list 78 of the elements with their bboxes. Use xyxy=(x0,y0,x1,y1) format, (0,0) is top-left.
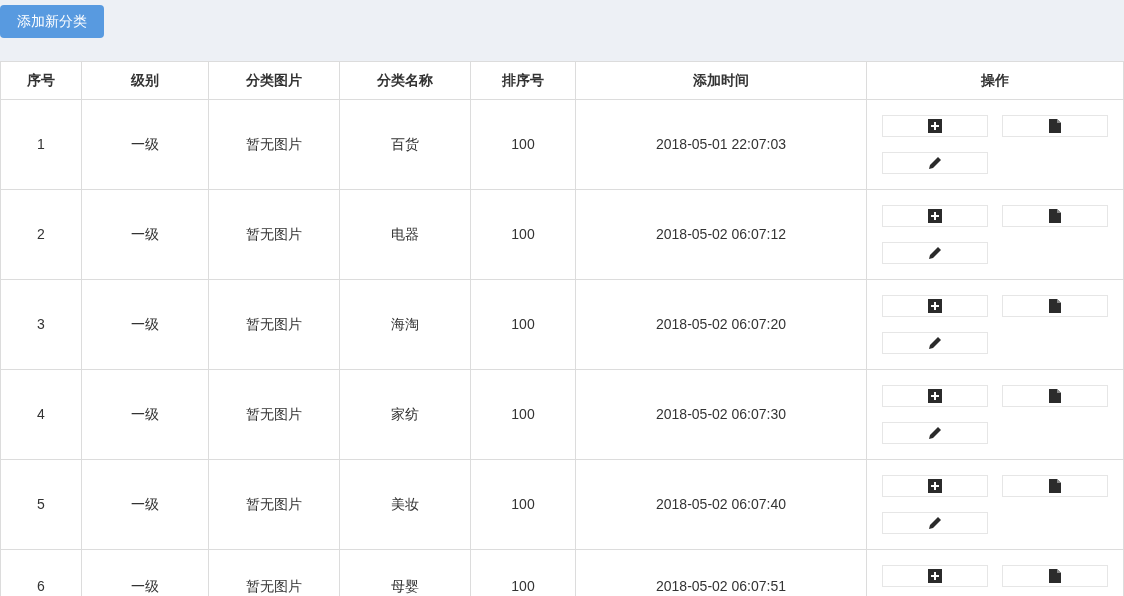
image-status-text: 暂无图片 xyxy=(246,316,302,332)
category-level: 一级 xyxy=(131,316,159,332)
category-level: 一级 xyxy=(131,578,159,594)
edit-button[interactable] xyxy=(882,242,988,264)
added-time: 2018-05-02 06:07:51 xyxy=(656,578,786,594)
plus-square-icon xyxy=(928,299,942,313)
plus-button[interactable] xyxy=(882,385,988,407)
column-header: 排序号 xyxy=(470,61,576,100)
added-time: 2018-05-02 06:07:12 xyxy=(656,226,786,242)
pencil-icon xyxy=(928,426,942,440)
image-status-text: 暂无图片 xyxy=(246,496,302,512)
document-button[interactable] xyxy=(1002,115,1108,137)
document-button[interactable] xyxy=(1002,475,1108,497)
sort-number: 100 xyxy=(511,226,535,242)
category-level: 一级 xyxy=(131,406,159,422)
document-icon xyxy=(1049,479,1061,493)
document-icon xyxy=(1049,569,1061,583)
column-header: 级别 xyxy=(81,61,209,100)
plus-button[interactable] xyxy=(882,295,988,317)
image-status-text: 暂无图片 xyxy=(246,226,302,242)
row-number: 3 xyxy=(37,316,45,332)
pencil-icon xyxy=(928,336,942,350)
row-number: 4 xyxy=(37,406,45,422)
sort-number: 100 xyxy=(511,406,535,422)
edit-button[interactable] xyxy=(882,152,988,174)
edit-button[interactable] xyxy=(882,422,988,444)
sort-number: 100 xyxy=(511,496,535,512)
category-level: 一级 xyxy=(131,136,159,152)
document-button[interactable] xyxy=(1002,385,1108,407)
row-number: 5 xyxy=(37,496,45,512)
row-number: 2 xyxy=(37,226,45,242)
image-status-text: 暂无图片 xyxy=(246,578,302,594)
image-status-text: 暂无图片 xyxy=(246,406,302,422)
plus-button[interactable] xyxy=(882,115,988,137)
column-header: 添加时间 xyxy=(575,61,867,100)
category-name: 家纺 xyxy=(391,406,419,422)
plus-button[interactable] xyxy=(882,475,988,497)
pencil-icon xyxy=(928,246,942,260)
added-time: 2018-05-02 06:07:30 xyxy=(656,406,786,422)
edit-button[interactable] xyxy=(882,512,988,534)
document-button[interactable] xyxy=(1002,295,1108,317)
plus-button[interactable] xyxy=(882,565,988,587)
category-level: 一级 xyxy=(131,226,159,242)
sort-number: 100 xyxy=(511,578,535,594)
plus-square-icon xyxy=(928,479,942,493)
edit-button[interactable] xyxy=(882,332,988,354)
document-icon xyxy=(1049,119,1061,133)
document-icon xyxy=(1049,389,1061,403)
plus-square-icon xyxy=(928,119,942,133)
document-icon xyxy=(1049,299,1061,313)
column-header: 序号 xyxy=(0,61,82,100)
plus-square-icon xyxy=(928,569,942,583)
document-icon xyxy=(1049,209,1061,223)
pencil-icon xyxy=(928,156,942,170)
category-level: 一级 xyxy=(131,496,159,512)
document-button[interactable] xyxy=(1002,565,1108,587)
plus-square-icon xyxy=(928,389,942,403)
category-name: 美妆 xyxy=(391,496,419,512)
added-time: 2018-05-01 22:07:03 xyxy=(656,136,786,152)
sort-number: 100 xyxy=(511,316,535,332)
image-status-text: 暂无图片 xyxy=(246,136,302,152)
column-header: 分类名称 xyxy=(339,61,471,100)
plus-square-icon xyxy=(928,209,942,223)
row-number: 1 xyxy=(37,136,45,152)
column-header: 操作 xyxy=(866,61,1124,100)
added-time: 2018-05-02 06:07:20 xyxy=(656,316,786,332)
row-number: 6 xyxy=(37,578,45,594)
column-header: 分类图片 xyxy=(208,61,340,100)
document-button[interactable] xyxy=(1002,205,1108,227)
pencil-icon xyxy=(928,516,942,530)
category-name: 百货 xyxy=(391,136,419,152)
category-name: 电器 xyxy=(391,226,419,242)
add-category-button[interactable]: 添加新分类 xyxy=(0,5,104,38)
sort-number: 100 xyxy=(511,136,535,152)
category-name: 母婴 xyxy=(391,578,419,594)
category-name: 海淘 xyxy=(391,316,419,332)
added-time: 2018-05-02 06:07:40 xyxy=(656,496,786,512)
plus-button[interactable] xyxy=(882,205,988,227)
